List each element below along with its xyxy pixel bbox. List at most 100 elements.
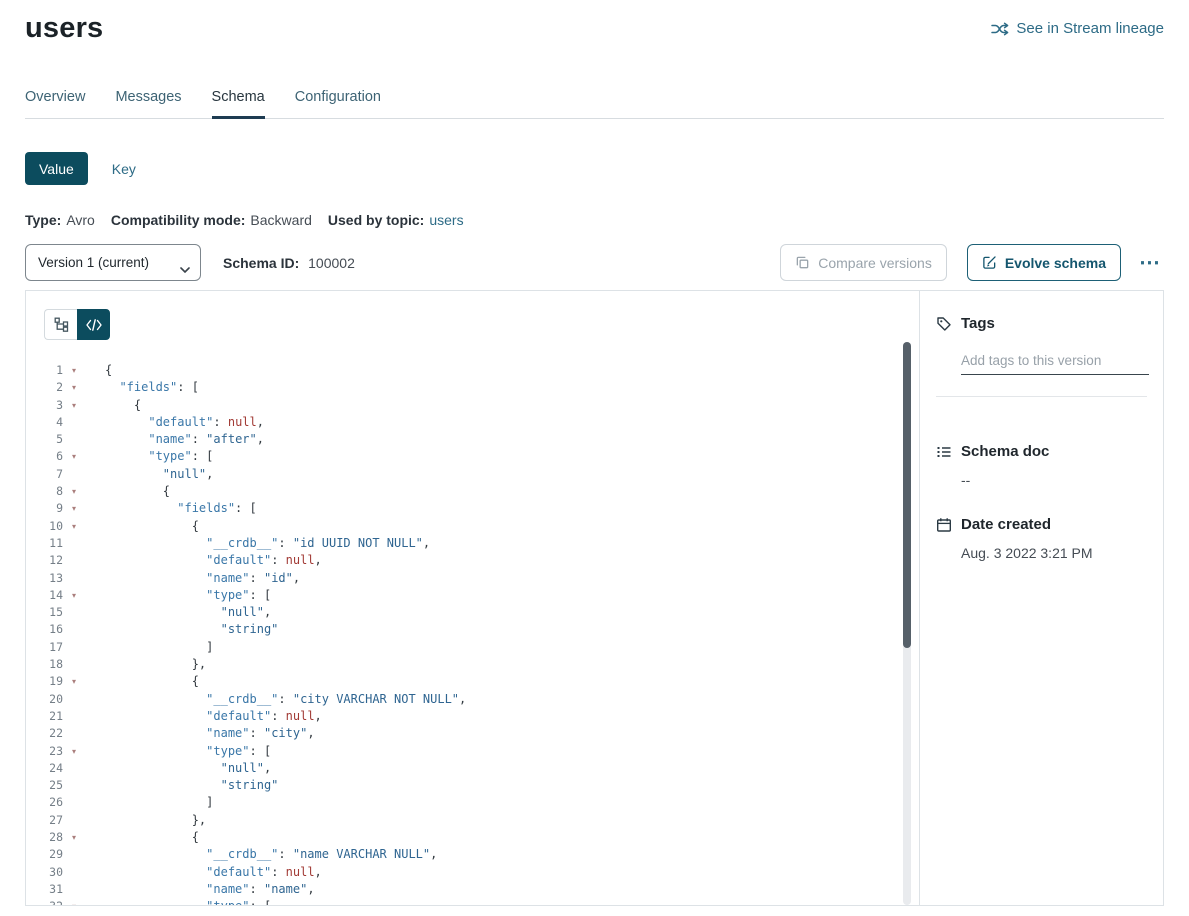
- tab-bar: Overview Messages Schema Configuration: [25, 89, 1164, 119]
- code-line: 6▾ "type": [: [44, 448, 919, 465]
- fold-gutter: [63, 552, 85, 569]
- fold-toggle-icon[interactable]: ▾: [63, 743, 85, 760]
- used-by-topic-label: Used by topic:: [328, 212, 424, 228]
- schema-code-editor[interactable]: 1▾{2▾ "fields": [3▾ {4 "default": null,5…: [44, 362, 919, 906]
- tab-configuration[interactable]: Configuration: [295, 89, 381, 118]
- line-number: 21: [44, 708, 63, 725]
- code-text: {: [85, 362, 112, 379]
- code-line: 23▾ "type": [: [44, 743, 919, 760]
- code-line: 4 "default": null,: [44, 414, 919, 431]
- fold-toggle-icon[interactable]: ▾: [63, 379, 85, 396]
- fold-gutter: [63, 570, 85, 587]
- tab-schema[interactable]: Schema: [212, 89, 265, 118]
- code-line: 10▾ {: [44, 518, 919, 535]
- version-select[interactable]: Version 1 (current): [25, 244, 201, 281]
- fold-toggle-icon[interactable]: ▾: [63, 483, 85, 500]
- code-line: 17 ]: [44, 639, 919, 656]
- schema-side-panel: Tags Schema doc --: [919, 291, 1163, 905]
- tree-view-button[interactable]: [44, 309, 77, 340]
- line-number: 32: [44, 898, 63, 906]
- fold-gutter: [63, 725, 85, 742]
- code-text: "string": [85, 777, 278, 794]
- schema-doc-section: Schema doc --: [936, 443, 1147, 488]
- line-number: 22: [44, 725, 63, 742]
- compare-versions-button[interactable]: Compare versions: [780, 244, 947, 281]
- add-tags-input[interactable]: [961, 350, 1149, 375]
- more-options-button[interactable]: ⋯: [1137, 252, 1164, 273]
- code-line: 1▾{: [44, 362, 919, 379]
- fold-gutter: [63, 466, 85, 483]
- line-number: 2: [44, 379, 63, 396]
- stream-lineage-link[interactable]: See in Stream lineage: [991, 20, 1164, 37]
- tab-overview[interactable]: Overview: [25, 89, 85, 118]
- stream-lineage-icon: [991, 22, 1009, 36]
- stream-lineage-label: See in Stream lineage: [1016, 20, 1164, 37]
- code-line: 9▾ "fields": [: [44, 500, 919, 517]
- schema-doc-heading: Schema doc: [936, 443, 1147, 460]
- date-created-value: Aug. 3 2022 3:21 PM: [961, 545, 1147, 561]
- code-text: "default": null,: [85, 552, 322, 569]
- fold-gutter: [63, 812, 85, 829]
- tab-messages[interactable]: Messages: [115, 89, 181, 118]
- fold-gutter: [63, 431, 85, 448]
- code-text: "string": [85, 621, 278, 638]
- compare-icon: [795, 255, 810, 270]
- fold-gutter: [63, 639, 85, 656]
- code-text: "type": [: [85, 587, 271, 604]
- fold-toggle-icon[interactable]: ▾: [63, 829, 85, 846]
- schema-id-value: 100002: [308, 255, 355, 271]
- version-select-wrap: Version 1 (current): [25, 244, 201, 281]
- line-number: 7: [44, 466, 63, 483]
- line-number: 1: [44, 362, 63, 379]
- code-text: {: [85, 518, 199, 535]
- fold-toggle-icon[interactable]: ▾: [63, 518, 85, 535]
- fold-toggle-icon[interactable]: ▾: [63, 898, 85, 906]
- code-text: "default": null,: [85, 864, 322, 881]
- topic-link[interactable]: users: [429, 212, 463, 228]
- type-label: Type:: [25, 212, 61, 228]
- fold-toggle-icon[interactable]: ▾: [63, 362, 85, 379]
- code-view-icon: [86, 319, 102, 331]
- editor-scrollbar[interactable]: [903, 342, 911, 905]
- code-text: "default": null,: [85, 708, 322, 725]
- code-text: "name": "id",: [85, 570, 300, 587]
- evolve-schema-button[interactable]: Evolve schema: [967, 244, 1121, 281]
- code-text: {: [85, 483, 170, 500]
- fold-gutter: [63, 621, 85, 638]
- line-number: 29: [44, 846, 63, 863]
- fold-gutter: [63, 794, 85, 811]
- fold-toggle-icon[interactable]: ▾: [63, 500, 85, 517]
- fold-gutter: [63, 414, 85, 431]
- line-number: 15: [44, 604, 63, 621]
- value-toggle-button[interactable]: Value: [25, 152, 88, 185]
- code-line: 25 "string": [44, 777, 919, 794]
- code-text: {: [85, 829, 199, 846]
- code-view-button[interactable]: [77, 309, 110, 340]
- list-icon: [936, 444, 952, 460]
- line-number: 16: [44, 621, 63, 638]
- schema-doc-value: --: [961, 472, 1147, 488]
- fold-toggle-icon[interactable]: ▾: [63, 673, 85, 690]
- code-line: 8▾ {: [44, 483, 919, 500]
- schema-toolbar: Version 1 (current) Schema ID: 100002 Co…: [25, 244, 1164, 281]
- schema-content: 1▾{2▾ "fields": [3▾ {4 "default": null,5…: [25, 290, 1164, 906]
- code-line: 14▾ "type": [: [44, 587, 919, 604]
- fold-toggle-icon[interactable]: ▾: [63, 448, 85, 465]
- schema-id: Schema ID: 100002: [223, 255, 355, 271]
- fold-toggle-icon[interactable]: ▾: [63, 397, 85, 414]
- code-text: "fields": [: [85, 500, 257, 517]
- key-toggle-button[interactable]: Key: [112, 161, 136, 177]
- code-text: "fields": [: [85, 379, 199, 396]
- code-line: 2▾ "fields": [: [44, 379, 919, 396]
- line-number: 24: [44, 760, 63, 777]
- line-number: 17: [44, 639, 63, 656]
- code-text: ]: [85, 639, 213, 656]
- editor-view-toggle: [44, 309, 110, 340]
- tags-title: Tags: [961, 315, 995, 332]
- editor-scrollbar-thumb[interactable]: [903, 342, 911, 648]
- evolve-schema-label: Evolve schema: [1005, 255, 1106, 271]
- line-number: 25: [44, 777, 63, 794]
- fold-toggle-icon[interactable]: ▾: [63, 587, 85, 604]
- line-number: 18: [44, 656, 63, 673]
- compatibility-label: Compatibility mode:: [111, 212, 246, 228]
